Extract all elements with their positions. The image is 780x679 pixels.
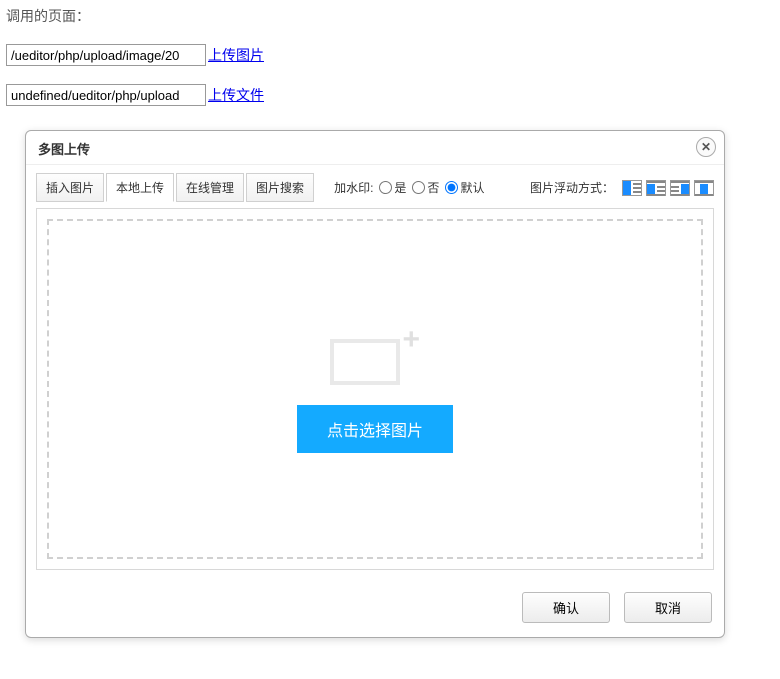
watermark-yes-radio[interactable] [379, 181, 392, 194]
float-right-icon[interactable] [670, 180, 690, 196]
watermark-default-text: 默认 [460, 179, 484, 196]
close-icon: ✕ [701, 140, 711, 154]
drop-zone[interactable]: + 点击选择图片 [47, 219, 703, 559]
watermark-no-text: 否 [427, 179, 439, 196]
upload-file-link[interactable]: 上传文件 [208, 85, 264, 105]
tab-image-search[interactable]: 图片搜索 [246, 173, 314, 202]
watermark-default-radio[interactable] [445, 181, 458, 194]
page-header-label: 调用的页面： [6, 6, 780, 26]
tab-online-manage[interactable]: 在线管理 [176, 173, 244, 202]
ok-button[interactable]: 确认 [522, 592, 610, 623]
file-path-input[interactable] [6, 84, 206, 106]
cancel-button[interactable]: 取消 [624, 592, 712, 623]
watermark-label: 加水印: [334, 179, 373, 196]
tab-insert-image[interactable]: 插入图片 [36, 173, 104, 202]
close-button[interactable]: ✕ [696, 137, 716, 157]
watermark-yes-text: 是 [394, 179, 406, 196]
dialog-title: 多图上传 [38, 142, 90, 157]
float-none-icon[interactable] [622, 180, 642, 196]
image-path-input[interactable] [6, 44, 206, 66]
float-left-icon[interactable] [646, 180, 666, 196]
float-center-icon[interactable] [694, 180, 714, 196]
image-placeholder-icon: + [330, 325, 420, 385]
watermark-no-radio[interactable] [412, 181, 425, 194]
watermark-no[interactable]: 否 [412, 179, 439, 196]
tab-local-upload[interactable]: 本地上传 [106, 173, 174, 202]
pick-image-button[interactable]: 点击选择图片 [297, 405, 453, 453]
float-mode-label: 图片浮动方式： [530, 179, 614, 196]
upload-panel: + 点击选择图片 [36, 208, 714, 570]
upload-image-link[interactable]: 上传图片 [208, 45, 264, 65]
watermark-yes[interactable]: 是 [379, 179, 406, 196]
multi-upload-dialog: 多图上传 ✕ 插入图片 本地上传 在线管理 图片搜索 加水印: 是 否 [25, 130, 725, 638]
watermark-default[interactable]: 默认 [445, 179, 484, 196]
